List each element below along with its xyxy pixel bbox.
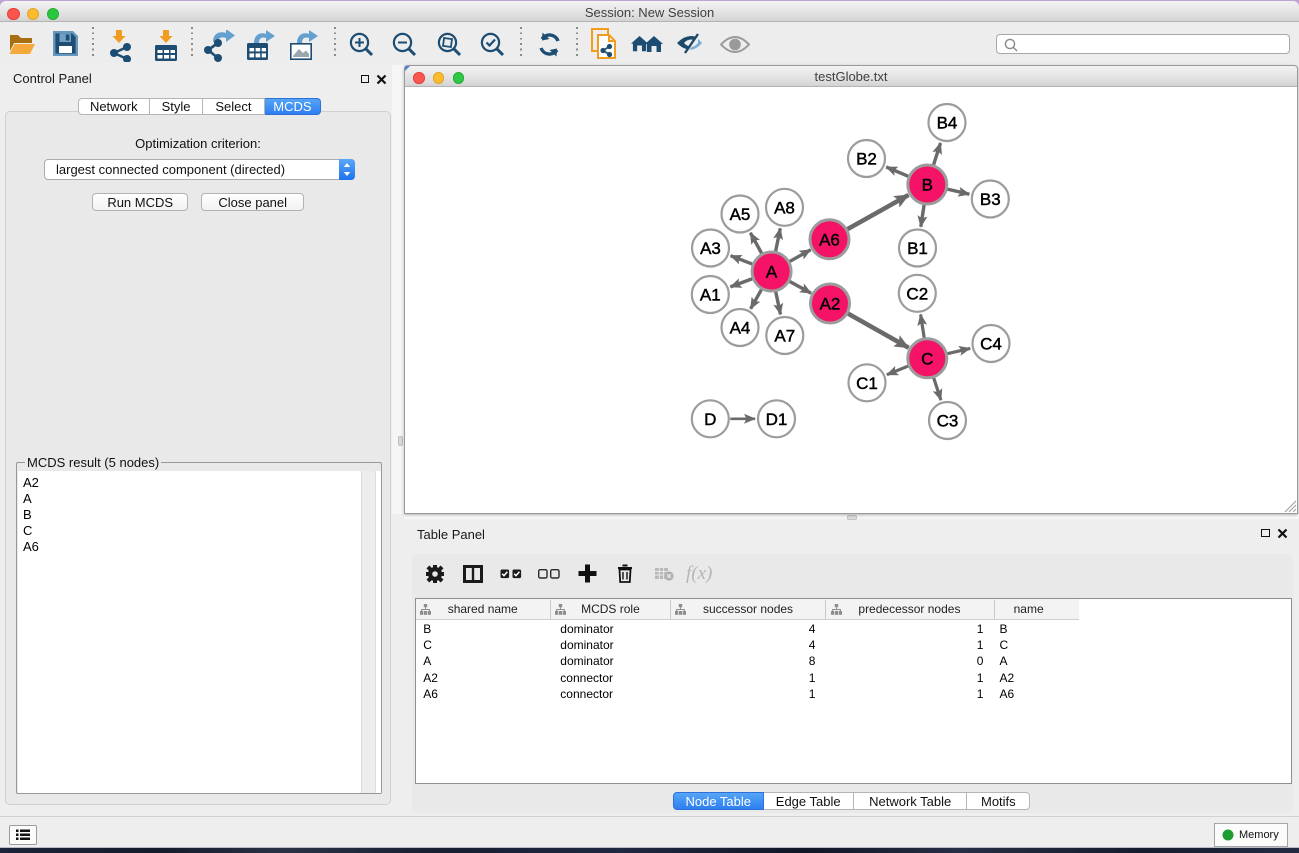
svg-text:C: C	[921, 349, 933, 368]
svg-text:A: A	[766, 263, 778, 282]
svg-text:C1: C1	[856, 374, 878, 393]
svg-text:B1: B1	[907, 239, 928, 258]
svg-text:B: B	[922, 176, 933, 195]
svg-text:D1: D1	[766, 410, 788, 429]
svg-text:A2: A2	[820, 295, 841, 314]
svg-text:A3: A3	[700, 239, 721, 258]
svg-text:B3: B3	[980, 190, 1001, 209]
svg-text:B2: B2	[856, 150, 877, 169]
svg-text:A1: A1	[700, 286, 721, 305]
svg-text:C4: C4	[980, 335, 1002, 354]
svg-text:C2: C2	[906, 284, 928, 303]
svg-text:A6: A6	[819, 230, 840, 249]
svg-text:A7: A7	[774, 327, 795, 346]
svg-text:A8: A8	[774, 198, 795, 217]
svg-text:D: D	[704, 410, 716, 429]
svg-text:C3: C3	[937, 412, 959, 431]
svg-text:A5: A5	[730, 205, 751, 224]
svg-text:B4: B4	[937, 114, 958, 133]
svg-text:A4: A4	[730, 319, 751, 338]
